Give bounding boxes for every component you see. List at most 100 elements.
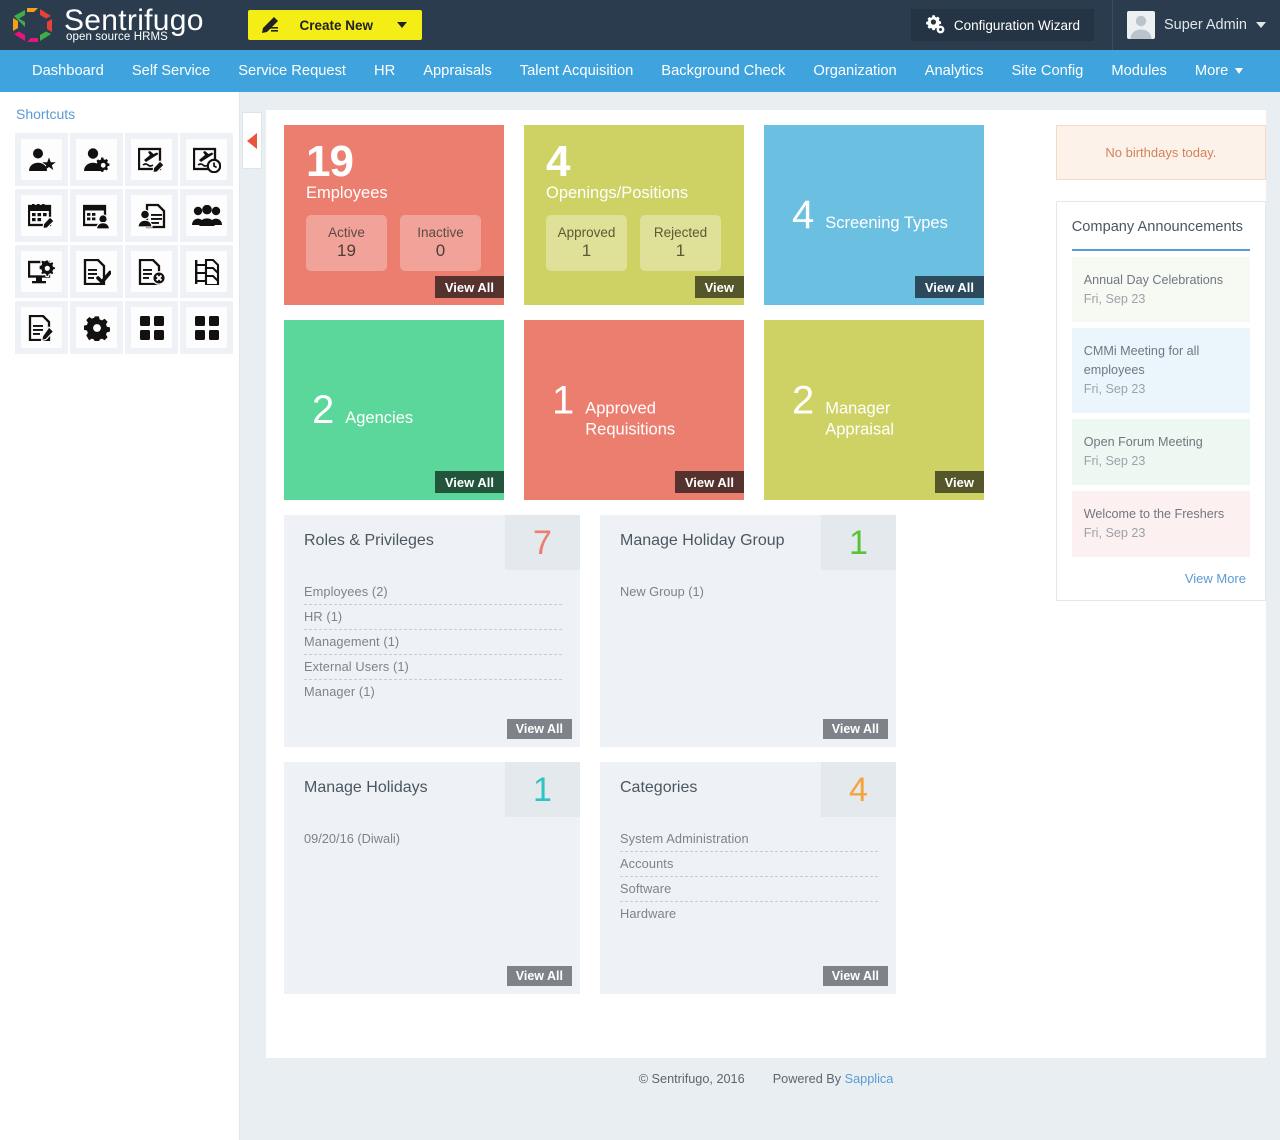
shortcut-leave-edit[interactable] (125, 133, 178, 186)
shortcut-document-user[interactable] (125, 189, 178, 242)
tile-view-all-button[interactable]: View All (915, 276, 984, 298)
tile-count: 4 (792, 195, 813, 235)
configuration-wizard-button[interactable]: Configuration Wizard (911, 9, 1094, 41)
create-new-button[interactable]: Create New (248, 10, 422, 40)
shortcut-grid[interactable] (125, 301, 178, 354)
view-more-link[interactable]: View More (1072, 557, 1250, 590)
shortcuts-title: Shortcuts (0, 106, 239, 133)
tile-label: Openings/Positions (546, 184, 744, 203)
panel-view-all-button[interactable]: View All (823, 719, 888, 739)
list-item[interactable]: HR (1) (304, 605, 562, 630)
list-item[interactable]: Manager (1) (304, 680, 562, 704)
nav-item-hr[interactable]: HR (360, 50, 409, 92)
shortcut-document-x[interactable] (125, 245, 178, 298)
nav-label: Modules (1111, 63, 1167, 79)
shortcut-user-gear[interactable] (70, 133, 123, 186)
tile-employees[interactable]: 19 Employees Active 19 Inactive (284, 125, 504, 305)
shortcut-org-chart[interactable] (180, 245, 233, 298)
tile-approved-requisitions[interactable]: 1 Approved Requisitions View All (524, 320, 744, 500)
shortcut-group-users[interactable] (180, 189, 233, 242)
nav-label: Self Service (132, 63, 210, 79)
list-item[interactable]: New Group (1) (620, 580, 878, 604)
document-user-icon (131, 195, 172, 236)
nav-item-more[interactable]: More (1181, 50, 1257, 92)
tile-count: 4 (546, 143, 744, 182)
dashboard-right-column: No birthdays today. Company Announcement… (1056, 125, 1266, 1009)
list-item[interactable]: Management (1) (304, 630, 562, 655)
nav-item-talent-acquisition[interactable]: Talent Acquisition (506, 50, 648, 92)
document-pencil-icon (21, 307, 62, 348)
nav-label: More (1195, 63, 1228, 79)
nav-item-background-check[interactable]: Background Check (647, 50, 799, 92)
nav-item-site-config[interactable]: Site Config (997, 50, 1097, 92)
tile-screening-types[interactable]: 4 Screening Types View All (764, 125, 984, 305)
tile-view-all-button[interactable]: View All (435, 276, 504, 298)
shortcut-monitor-gear[interactable] (15, 245, 68, 298)
tile-label: Screening Types (825, 213, 948, 234)
nav-label: HR (374, 63, 395, 79)
nav-item-analytics[interactable]: Analytics (911, 50, 998, 92)
announcement-item[interactable]: Open Forum Meeting Fri, Sep 23 (1072, 419, 1250, 485)
shortcut-document-pencil[interactable] (15, 301, 68, 354)
subbox-active: Active 19 (306, 215, 387, 271)
panel-view-all-button[interactable]: View All (823, 966, 888, 986)
shortcuts-sidebar: Shortcuts (0, 92, 240, 1140)
user-menu[interactable]: Super Admin (1112, 0, 1280, 50)
panel-list: System Administration Accounts Software … (600, 817, 896, 926)
subbox-title: Inactive (417, 225, 464, 240)
announcement-item[interactable]: Annual Day Celebrations Fri, Sep 23 (1072, 257, 1250, 323)
tile-manager-appraisal[interactable]: 2 Manager Appraisal View (764, 320, 984, 500)
announcement-item[interactable]: Welcome to the Freshers Fri, Sep 23 (1072, 491, 1250, 557)
panel-view-all-button[interactable]: View All (507, 966, 572, 986)
tile-count: 2 (312, 390, 333, 430)
list-item[interactable]: Accounts (620, 852, 878, 877)
shortcut-leave-clock[interactable] (180, 133, 233, 186)
brand-logo[interactable]: Sentrifugo open source HRMS (0, 5, 204, 45)
list-item[interactable]: External Users (1) (304, 655, 562, 680)
powered-by: Powered By Sapplica (773, 1072, 894, 1086)
announcements-title: Company Announcements (1072, 218, 1250, 251)
tile-view-all-button[interactable]: View All (675, 471, 744, 493)
panel-categories: Categories 4 System Administration Accou… (600, 762, 896, 994)
leave-clock-icon (186, 139, 227, 180)
shortcut-settings[interactable] (70, 301, 123, 354)
list-item[interactable]: 09/20/16 (Diwali) (304, 827, 562, 851)
tile-view-all-button[interactable]: View All (435, 471, 504, 493)
list-item[interactable]: System Administration (620, 827, 878, 852)
panel-roles-privileges: Roles & Privileges 7 Employees (2) HR (1… (284, 515, 580, 747)
list-item[interactable]: Hardware (620, 902, 878, 926)
shortcut-user-star[interactable] (15, 133, 68, 186)
tile-openings-positions[interactable]: 4 Openings/Positions Approved 1 Rejected (524, 125, 744, 305)
grid-alt-icon (186, 307, 227, 348)
tile-view-button[interactable]: View (695, 276, 744, 298)
subbox-value: 19 (337, 241, 356, 261)
nav-item-organization[interactable]: Organization (799, 50, 910, 92)
shortcut-document-check[interactable] (70, 245, 123, 298)
tile-agencies[interactable]: 2 Agencies View All (284, 320, 504, 500)
panel-list: 09/20/16 (Diwali) (284, 817, 580, 851)
configuration-wizard-label: Configuration Wizard (954, 18, 1080, 33)
panel-row-2: Manage Holidays 1 09/20/16 (Diwali) View… (284, 762, 1026, 994)
shortcut-calendar-edit[interactable] (15, 189, 68, 242)
avatar (1127, 11, 1155, 39)
powered-by-label: Powered By (773, 1072, 841, 1086)
tile-view-button[interactable]: View (935, 471, 984, 493)
nav-item-appraisals[interactable]: Appraisals (409, 50, 506, 92)
nav-item-service-request[interactable]: Service Request (224, 50, 360, 92)
collapse-sidebar-toggle[interactable] (242, 112, 262, 169)
chevron-down-icon (1235, 68, 1243, 74)
list-item[interactable]: Employees (2) (304, 580, 562, 605)
shortcut-grid-alt[interactable] (180, 301, 233, 354)
nav-label: Dashboard (32, 63, 104, 79)
nav-item-self-service[interactable]: Self Service (118, 50, 224, 92)
panel-view-all-button[interactable]: View All (507, 719, 572, 739)
nav-item-modules[interactable]: Modules (1097, 50, 1181, 92)
nav-item-dashboard[interactable]: Dashboard (18, 50, 118, 92)
chevron-down-icon (397, 22, 407, 28)
shortcut-calendar-user[interactable] (70, 189, 123, 242)
sapplica-link[interactable]: Sapplica (845, 1072, 894, 1086)
subbox-approved: Approved 1 (546, 215, 627, 271)
list-item[interactable]: Software (620, 877, 878, 902)
tile-label: Manager Appraisal (825, 398, 955, 439)
announcement-item[interactable]: CMMi Meeting for all employees Fri, Sep … (1072, 328, 1250, 413)
